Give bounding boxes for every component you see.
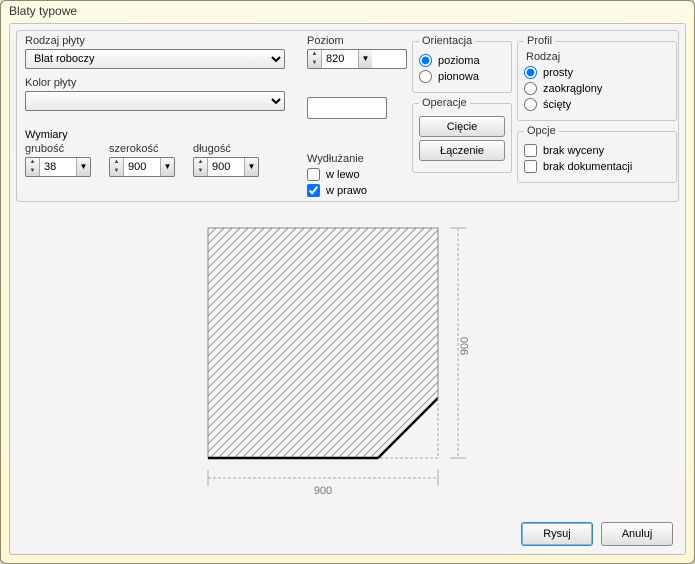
radio-pozioma[interactable]: pozioma — [419, 54, 505, 67]
spinner-poziom[interactable]: ▲▼ ▼ — [307, 49, 407, 69]
top-panel: Rodzaj płyty Blat roboczy Kolor płyty Po… — [16, 30, 679, 202]
select-kolor-plyty[interactable] — [25, 91, 285, 111]
legend-opcje: Opcje — [524, 125, 559, 137]
color-swatch[interactable] — [307, 97, 387, 119]
check-w-prawo[interactable]: w prawo — [307, 184, 367, 197]
legend-operacje: Operacje — [419, 97, 470, 109]
button-laczenie[interactable]: Łączenie — [419, 140, 505, 161]
legend-profil: Profil — [524, 35, 555, 47]
check-brak-dokumentacji[interactable]: brak dokumentacji — [524, 160, 670, 173]
label-kolor-plyty: Kolor płyty — [25, 77, 295, 89]
fieldset-orientacja: Orientacja pozioma pionowa — [412, 35, 512, 93]
panel-poziom: Poziom ▲▼ ▼ — [307, 35, 407, 119]
input-szerokosc[interactable] — [124, 158, 160, 176]
radio-sciety[interactable]: ścięty — [524, 98, 670, 111]
dropdown-icon[interactable]: ▼ — [244, 158, 258, 176]
preview-svg: 900 900 — [178, 214, 518, 514]
spin-up-icon[interactable]: ▲ — [110, 158, 123, 167]
panel-orient-oper: Orientacja pozioma pionowa Operacje Cięc… — [412, 35, 512, 177]
dropdown-icon[interactable]: ▼ — [160, 158, 174, 176]
label-rodzaj: Rodzaj — [526, 51, 670, 63]
button-rysuj[interactable]: Rysuj — [521, 522, 593, 546]
input-poziom[interactable] — [322, 50, 358, 68]
label-wymiary: Wymiary — [25, 129, 68, 141]
select-rodzaj-plyty[interactable]: Blat roboczy — [25, 49, 285, 69]
check-brak-wyceny[interactable]: brak wyceny — [524, 144, 670, 157]
dialog-window: Blaty typowe Rodzaj płyty Blat roboczy K… — [0, 0, 695, 564]
label-grubosc: grubość — [25, 143, 91, 155]
spin-up-icon[interactable]: ▲ — [26, 158, 39, 167]
spin-down-icon[interactable]: ▼ — [308, 59, 321, 68]
dim-horizontal: 900 — [313, 485, 331, 497]
row-wymiary: grubość ▲▼ ▼ szerokość ▲▼ ▼ — [25, 143, 259, 177]
fieldset-operacje: Operacje Cięcie Łączenie — [412, 97, 512, 173]
radio-prosty[interactable]: prosty — [524, 66, 670, 79]
fieldset-opcje: Opcje brak wyceny brak dokumentacji — [517, 125, 677, 183]
spin-up-icon[interactable]: ▲ — [194, 158, 207, 167]
title-bar: Blaty typowe — [1, 1, 694, 23]
spinner-grubosc[interactable]: ▲▼ ▼ — [25, 157, 91, 177]
label-dlugosc: długość — [193, 143, 259, 155]
preview-area: 900 900 — [16, 214, 679, 512]
dim-vertical: 900 — [459, 337, 471, 355]
spinner-dlugosc[interactable]: ▲▼ ▼ — [193, 157, 259, 177]
button-anuluj[interactable]: Anuluj — [601, 522, 673, 546]
label-poziom: Poziom — [307, 35, 407, 47]
content-area: Rodzaj płyty Blat roboczy Kolor płyty Po… — [9, 23, 686, 555]
input-dlugosc[interactable] — [208, 158, 244, 176]
spin-down-icon[interactable]: ▼ — [110, 167, 123, 176]
radio-zaokraglony[interactable]: zaokrąglony — [524, 82, 670, 95]
fieldset-profil: Profil Rodzaj prosty zaokrąglony ścięty — [517, 35, 677, 121]
label-rodzaj-plyty: Rodzaj płyty — [25, 35, 295, 47]
spin-down-icon[interactable]: ▼ — [194, 167, 207, 176]
check-w-lewo[interactable]: w lewo — [307, 168, 367, 181]
spin-up-icon[interactable]: ▲ — [308, 50, 321, 59]
button-ciecie[interactable]: Cięcie — [419, 116, 505, 137]
spinner-szerokosc[interactable]: ▲▼ ▼ — [109, 157, 175, 177]
bottom-buttons: Rysuj Anuluj — [521, 522, 673, 546]
radio-pionowa[interactable]: pionowa — [419, 70, 505, 83]
label-wydluzanie: Wydłużanie — [307, 153, 367, 165]
dropdown-icon[interactable]: ▼ — [76, 158, 90, 176]
input-grubosc[interactable] — [40, 158, 76, 176]
legend-orientacja: Orientacja — [419, 35, 475, 47]
label-szerokosc: szerokość — [109, 143, 175, 155]
dropdown-icon[interactable]: ▼ — [358, 50, 372, 68]
spin-down-icon[interactable]: ▼ — [26, 167, 39, 176]
panel-wydluzanie: Wydłużanie w lewo w prawo — [307, 153, 367, 200]
window-title: Blaty typowe — [9, 4, 77, 18]
panel-profil-opcje: Profil Rodzaj prosty zaokrąglony ścięty — [517, 35, 677, 187]
panel-plyta: Rodzaj płyty Blat roboczy Kolor płyty — [25, 35, 295, 111]
